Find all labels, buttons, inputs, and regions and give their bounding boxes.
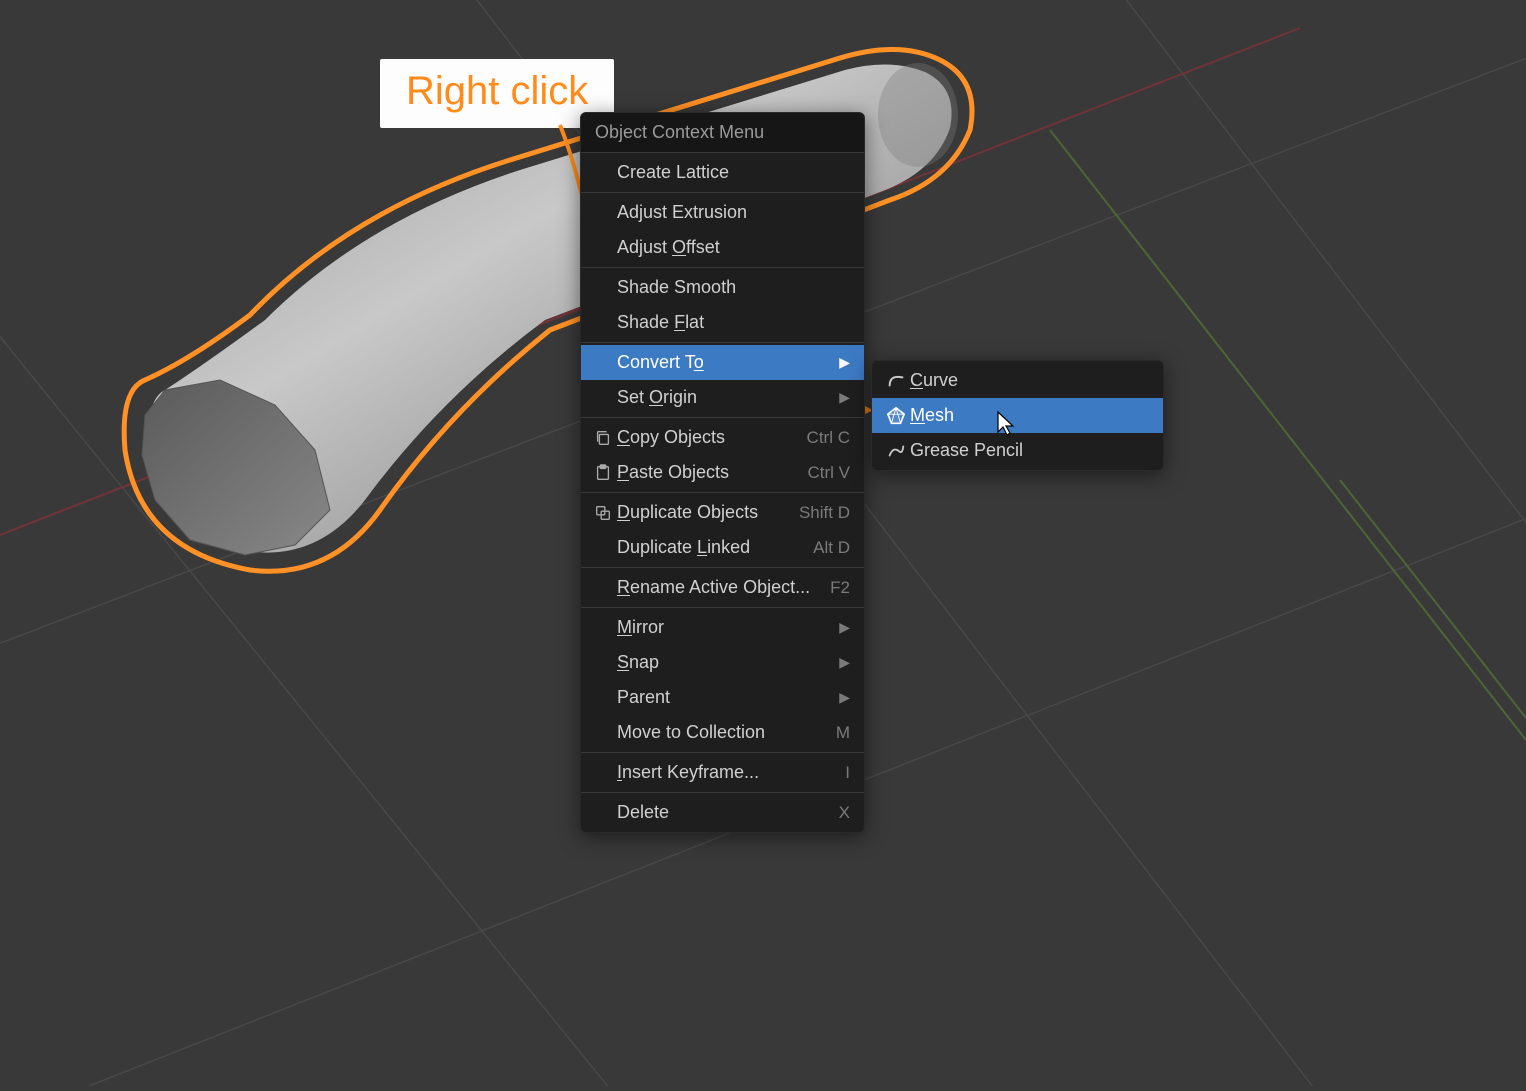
curve-icon: [886, 371, 906, 391]
shortcut-label: Ctrl C: [807, 428, 850, 448]
menu-item-move-to-collection[interactable]: Move to Collection M: [581, 715, 864, 750]
submenu-item-mesh[interactable]: Mesh: [872, 398, 1163, 433]
shortcut-label: Alt D: [813, 538, 850, 558]
duplicate-icon: [594, 504, 612, 522]
menu-item-rename-active-object[interactable]: Rename Active Object... F2: [581, 570, 864, 605]
menu-item-parent[interactable]: Parent ▶: [581, 680, 864, 715]
submenu-arrow-icon: ▶: [839, 389, 850, 406]
menu-item-duplicate-objects[interactable]: Duplicate Objects Shift D: [581, 495, 864, 530]
menu-item-paste-objects[interactable]: Paste Objects Ctrl V: [581, 455, 864, 490]
copy-icon: [594, 429, 612, 447]
shortcut-label: Shift D: [799, 503, 850, 523]
menu-item-create-lattice[interactable]: Create Lattice: [581, 155, 864, 190]
paste-icon: [594, 464, 612, 482]
menu-item-shade-flat[interactable]: Shade Flat: [581, 305, 864, 340]
menu-item-adjust-extrusion[interactable]: Adjust Extrusion: [581, 195, 864, 230]
shortcut-label: X: [839, 803, 850, 823]
menu-item-insert-keyframe[interactable]: Insert Keyframe... I: [581, 755, 864, 790]
menu-item-set-origin[interactable]: Set Origin ▶: [581, 380, 864, 415]
shortcut-label: M: [836, 723, 850, 743]
submenu-item-grease-pencil[interactable]: Grease Pencil: [872, 433, 1163, 468]
menu-item-copy-objects[interactable]: Copy Objects Ctrl C: [581, 420, 864, 455]
submenu-item-curve[interactable]: Curve: [872, 363, 1163, 398]
menu-item-delete[interactable]: Delete X: [581, 795, 864, 830]
menu-item-snap[interactable]: Snap ▶: [581, 645, 864, 680]
menu-title: Object Context Menu: [581, 113, 864, 152]
menu-item-duplicate-linked[interactable]: Duplicate Linked Alt D: [581, 530, 864, 565]
object-context-menu: Object Context Menu Create Lattice Adjus…: [580, 112, 865, 833]
submenu-arrow-icon: ▶: [839, 619, 850, 636]
menu-item-adjust-offset[interactable]: Adjust Offset: [581, 230, 864, 265]
convert-to-submenu: Curve Mesh Grease Pencil: [871, 360, 1164, 471]
submenu-arrow-icon: ▶: [839, 354, 850, 371]
menu-item-shade-smooth[interactable]: Shade Smooth: [581, 270, 864, 305]
submenu-arrow-icon: ▶: [839, 689, 850, 706]
menu-item-mirror[interactable]: Mirror ▶: [581, 610, 864, 645]
grease-pencil-icon: [886, 441, 906, 461]
shortcut-label: F2: [830, 578, 850, 598]
mesh-icon: [886, 406, 906, 426]
shortcut-label: Ctrl V: [808, 463, 851, 483]
menu-item-convert-to[interactable]: Convert To ▶: [581, 345, 864, 380]
submenu-arrow-icon: ▶: [839, 654, 850, 671]
shortcut-label: I: [845, 763, 850, 783]
